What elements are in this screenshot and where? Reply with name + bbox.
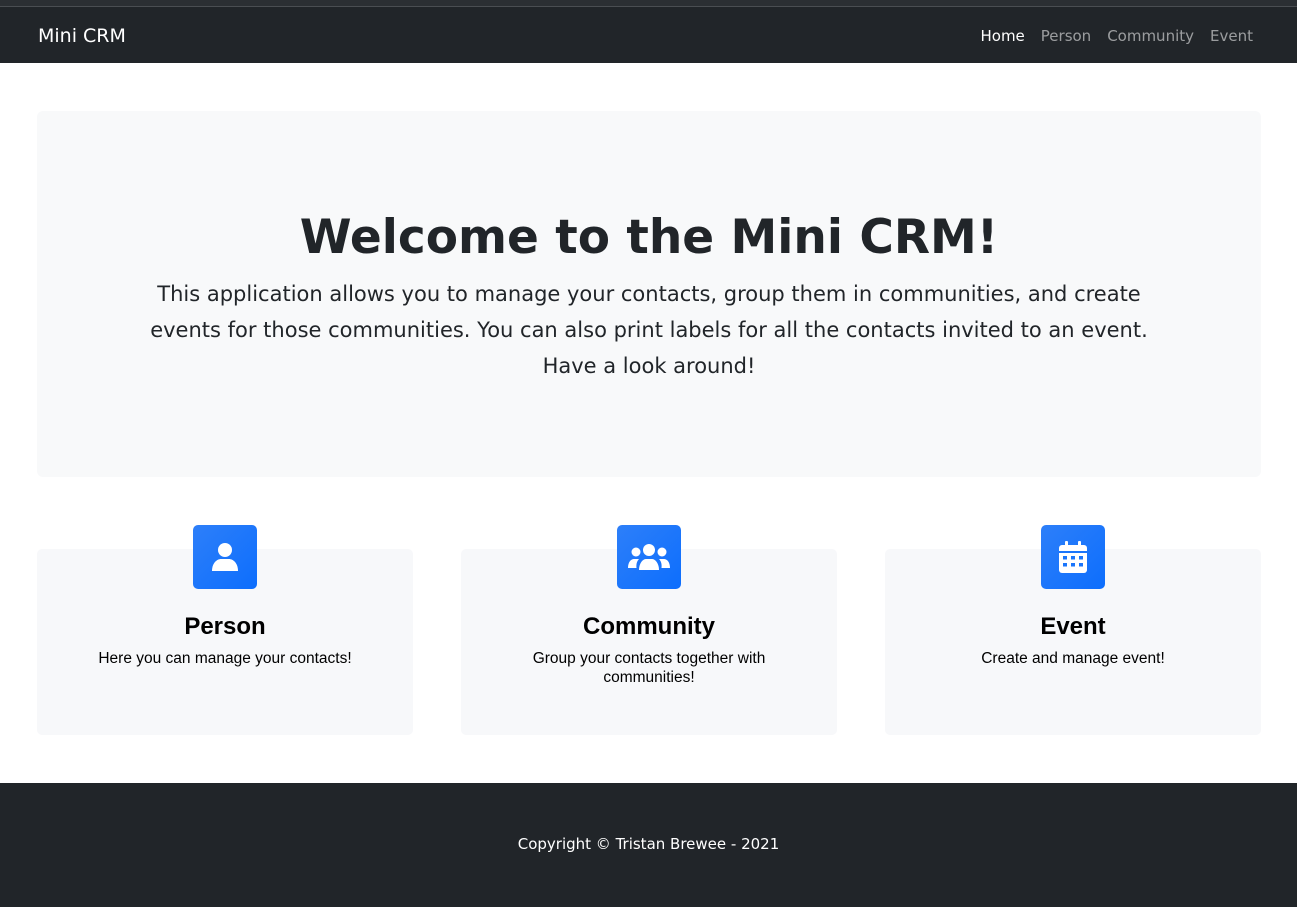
card-title: Person [184,613,266,640]
brand-link[interactable]: Mini CRM [38,24,126,48]
calendar-icon [1041,525,1105,589]
card-community: Community Group your contacts together w… [461,525,837,735]
footer: Copyright © Tristan Brewee - 2021 [0,783,1297,907]
copyright-text: Copyright © Tristan Brewee - 2021 [517,835,780,853]
card-title: Event [1040,613,1106,640]
nav-link-home[interactable]: Home [980,25,1024,47]
card-person: Person Here you can manage your contacts… [37,525,413,735]
nav-link-event[interactable]: Event [1210,25,1253,47]
card-title: Community [583,613,715,640]
card-text: Create and manage event! [981,650,1165,667]
card-text: Here you can manage your contacts! [98,650,352,667]
hero-text: This application allows you to manage yo… [150,282,1148,378]
nav-links: Home Person Community Event [964,25,1253,47]
nav-link-person[interactable]: Person [1041,25,1091,47]
user-icon [193,525,257,589]
hero-title: Welcome to the Mini CRM! [299,210,999,265]
card-event: Event Create and manage event! [885,525,1261,735]
navbar: Mini CRM Home Person Community Event [0,7,1297,63]
nav-link-community[interactable]: Community [1107,25,1194,47]
users-icon [617,525,681,589]
card-text: Group your contacts together with commun… [532,650,766,686]
hero-section: Welcome to the Mini CRM! This applicatio… [37,111,1261,477]
window-top-strip [0,0,1297,7]
